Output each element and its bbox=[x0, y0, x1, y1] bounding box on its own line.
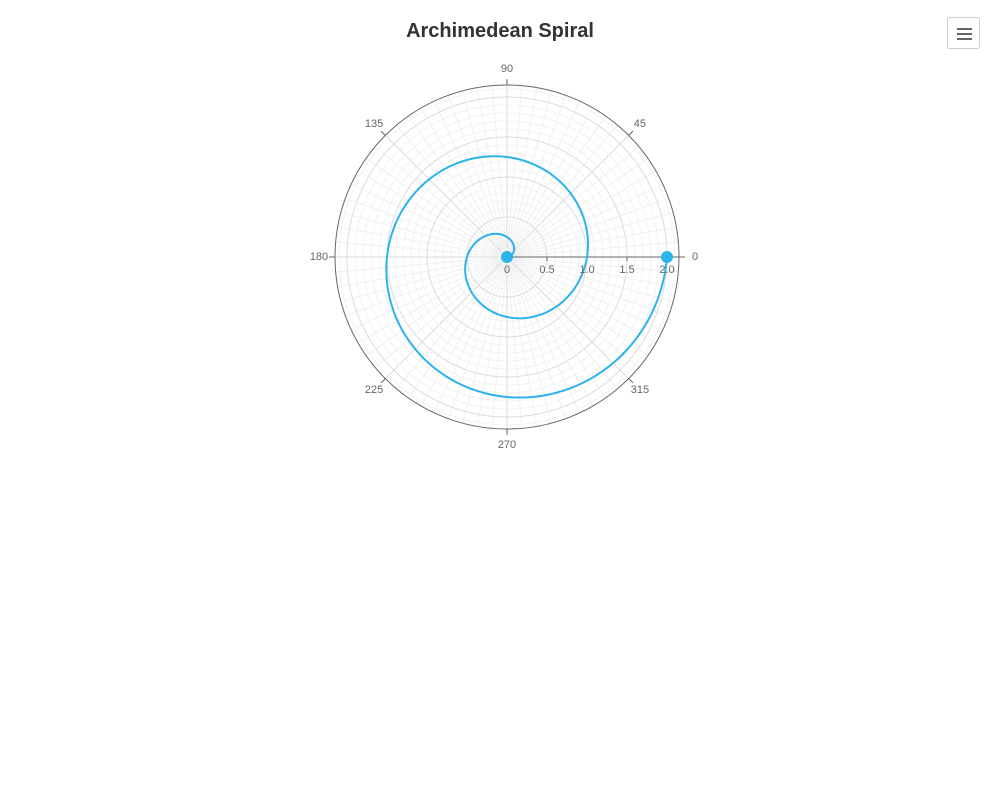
radial-tick-label: 1.5 bbox=[619, 264, 634, 276]
angular-tick-label: 90 bbox=[501, 63, 513, 75]
angular-tick-label: 270 bbox=[498, 439, 516, 451]
angular-gridline-minor bbox=[491, 85, 508, 258]
angular-tick-label: 135 bbox=[365, 118, 383, 130]
angular-gridline-minor bbox=[350, 256, 508, 331]
angular-gridline-minor bbox=[506, 256, 523, 429]
radial-tick-label: 0.5 bbox=[539, 264, 554, 276]
radial-tick-label: 2.0 bbox=[659, 264, 674, 276]
angular-gridline-minor bbox=[506, 90, 552, 258]
angular-tick-label: 45 bbox=[634, 118, 646, 130]
angular-tick-label: 0 bbox=[692, 251, 698, 263]
spiral-start-point[interactable] bbox=[501, 251, 513, 263]
angular-gridline-minor bbox=[462, 90, 508, 258]
radial-tick-label: 0 bbox=[504, 264, 510, 276]
angular-tick-label: 225 bbox=[365, 384, 383, 396]
angular-gridline-minor bbox=[350, 183, 508, 258]
angular-tick bbox=[628, 130, 634, 136]
angular-gridline-minor bbox=[491, 256, 508, 429]
polar-chart: 0 45 90 135 180 225 270 315 0 0.5 1.0 1.5 2.0 bbox=[310, 63, 698, 451]
angular-tick bbox=[380, 130, 386, 136]
angular-tick-label: 180 bbox=[310, 251, 328, 263]
radial-tick-label: 1.0 bbox=[579, 264, 594, 276]
angular-gridline-minor bbox=[335, 256, 508, 273]
angular-gridline-minor bbox=[340, 212, 508, 258]
angular-gridline-minor bbox=[506, 212, 674, 258]
spiral-end-point[interactable] bbox=[661, 251, 673, 263]
angular-tick-label: 315 bbox=[631, 384, 649, 396]
angular-tick bbox=[628, 378, 634, 384]
angular-gridline-minor bbox=[506, 241, 679, 258]
angular-gridline-minor bbox=[335, 241, 508, 258]
angular-gridline-minor bbox=[506, 85, 523, 258]
angular-gridline-minor bbox=[462, 256, 508, 424]
angular-gridline-minor bbox=[340, 256, 508, 302]
angular-tick bbox=[380, 378, 386, 384]
angular-gridline-minor bbox=[506, 100, 581, 258]
